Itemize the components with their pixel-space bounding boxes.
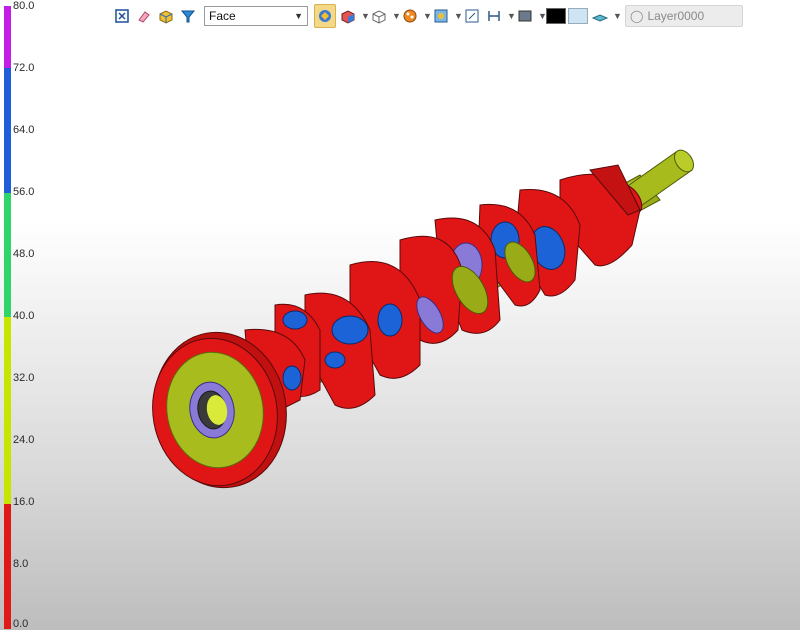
lightbulb-icon: ◯ [630,9,644,23]
layer-selector[interactable]: ◯ Layer0000 [625,5,743,27]
legend-tick: 16.0 [13,496,35,508]
chevron-down-icon[interactable]: ▼ [361,11,370,21]
legend-tick: 0.0 [13,618,29,630]
chevron-down-icon[interactable]: ▼ [392,11,401,21]
legend-band [4,192,11,318]
chevron-down-icon[interactable]: ▼ [423,11,432,21]
legend-tick: 56.0 [13,186,35,198]
legend-tick: 72.0 [13,62,35,74]
wireframe-cube-icon[interactable] [369,5,389,27]
layer-name: Layer0000 [647,9,705,23]
crankshaft-model [152,149,695,489]
chevron-down-icon[interactable]: ▼ [538,11,547,21]
display-mode-icon[interactable] [338,5,358,27]
chevron-down-icon[interactable]: ▼ [613,11,622,21]
black-color-swatch[interactable] [546,5,566,27]
legend-tick: 32.0 [13,372,35,384]
section-view-icon[interactable] [484,5,504,27]
legend-band [4,317,11,505]
zoom-fit-icon[interactable] [462,5,482,27]
selection-mode-dropdown[interactable]: Face ▼ [204,6,308,26]
filter-icon[interactable] [178,5,198,27]
solid-box-icon[interactable] [156,5,176,27]
background-icon[interactable] [515,5,535,27]
chevron-down-icon[interactable]: ▼ [454,11,463,21]
legend-tick: 40.0 [13,310,35,322]
legend-tick: 48.0 [13,248,35,260]
chevron-down-icon[interactable]: ▼ [507,11,516,21]
legend-band [4,6,11,69]
legend-tick: 8.0 [13,558,29,570]
legend-tick: 24.0 [13,434,35,446]
layer-color-icon[interactable] [590,5,610,27]
legend-tick: 64.0 [13,124,35,136]
3d-viewport[interactable] [0,0,800,630]
legend-band [4,504,11,629]
material-icon[interactable] [400,5,420,27]
legend-color-bar [4,6,11,629]
shaded-view-icon[interactable] [314,4,336,28]
crank-webs [244,164,641,411]
eraser-icon[interactable] [134,5,154,27]
legend-band [4,68,11,193]
selection-mode-value: Face [209,9,236,23]
render-icon[interactable] [431,5,451,27]
toolbar: Face ▼ ▼ ▼ ▼ ▼ ▼ ▼ ▼ ◯ Layer0000 [112,3,800,29]
chevron-down-icon: ▼ [294,11,303,21]
legend-tick: 80.0 [13,0,35,12]
pick-tool-icon[interactable] [112,5,132,27]
light-color-swatch[interactable] [568,5,588,27]
